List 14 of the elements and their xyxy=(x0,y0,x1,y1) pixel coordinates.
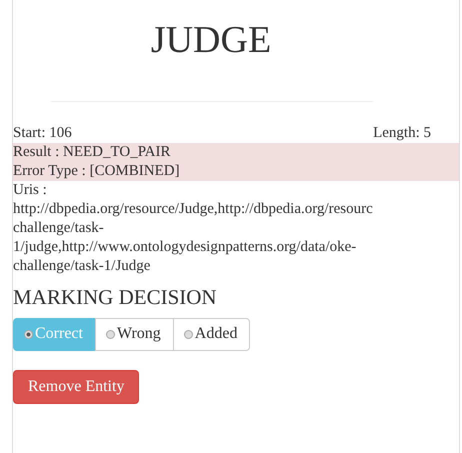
uri-text: 1/judge,http://www.ontologydesignpatterns.org/data/oke- xyxy=(13,238,356,257)
radio-option[interactable]: Added xyxy=(172,318,250,351)
remove-entity-button[interactable]: Remove Entity xyxy=(13,370,140,404)
uri-text: challenge/task-1/Judge xyxy=(13,257,150,276)
uri-text: http://dbpedia.org/resource/Judge,http://dbpedia.org/resourc xyxy=(13,200,373,219)
error-type-text: Error Type : [COMBINED] xyxy=(13,162,180,181)
length-text: Length: 5 xyxy=(373,124,431,143)
page-title: JUDGE xyxy=(150,18,272,63)
start-text: Start: 106 xyxy=(13,124,72,143)
uri-text: challenge/task- xyxy=(13,219,104,238)
radio-option[interactable]: Wrong xyxy=(94,318,174,351)
uris-label: Uris : xyxy=(13,181,47,200)
section-heading: MARKING DECISION xyxy=(13,284,218,310)
result-text: Result : NEED_TO_PAIR xyxy=(13,143,171,162)
